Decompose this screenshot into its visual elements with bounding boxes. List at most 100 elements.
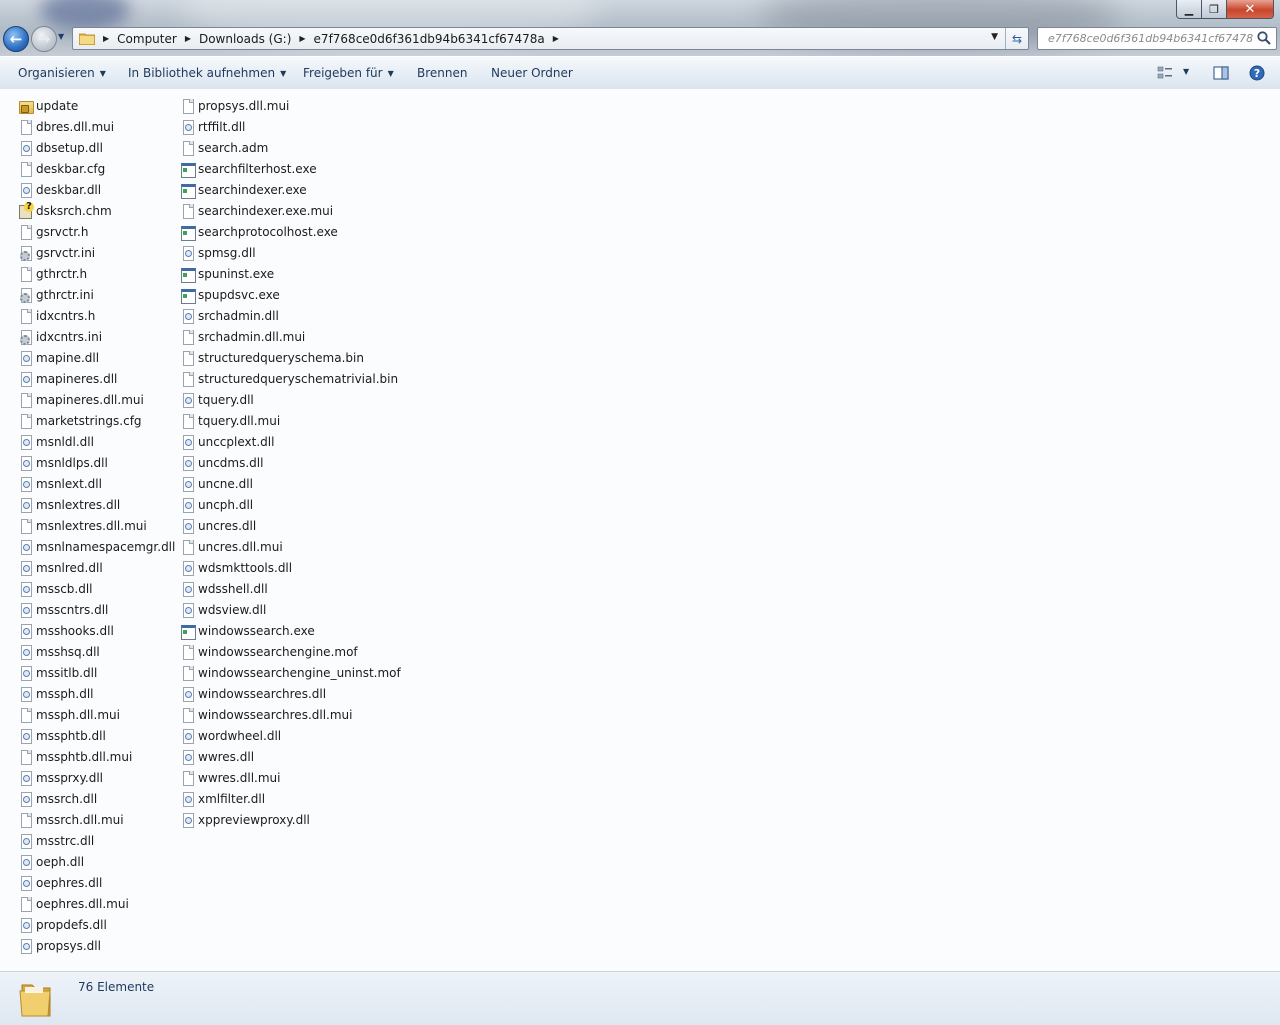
refresh-button[interactable]: ⇆ (1005, 28, 1028, 49)
file-item[interactable]: oephres.dll (18, 872, 175, 893)
help-icon[interactable]: ? (1249, 65, 1265, 81)
file-item[interactable]: mapine.dll (18, 347, 175, 368)
file-item[interactable]: msnlextres.dll.mui (18, 515, 175, 536)
file-item[interactable]: uncdms.dll (180, 452, 401, 473)
file-item[interactable]: mapineres.dll.mui (18, 389, 175, 410)
file-item[interactable]: gsrvctr.ini (18, 242, 175, 263)
file-item[interactable]: dbsetup.dll (18, 137, 175, 158)
recent-pages-dropdown-icon[interactable]: ▼ (58, 32, 64, 41)
file-item[interactable]: spuninst.exe (180, 263, 401, 284)
file-item[interactable]: rtffilt.dll (180, 116, 401, 137)
file-item[interactable]: msshooks.dll (18, 620, 175, 641)
file-item[interactable]: searchprotocolhost.exe (180, 221, 401, 242)
file-item[interactable]: structuredqueryschema.bin (180, 347, 401, 368)
breadcrumb-arrow-icon[interactable]: ▶ (185, 34, 191, 43)
share-with-button[interactable]: Freigeben für ▼ (303, 66, 394, 80)
view-options-chevron-down-icon[interactable]: ▼ (1183, 67, 1189, 76)
include-in-library-button[interactable]: In Bibliothek aufnehmen ▼ (128, 66, 286, 80)
search-box[interactable] (1037, 27, 1277, 50)
file-item[interactable]: xppreviewproxy.dll (180, 809, 401, 830)
forward-button[interactable]: → (31, 26, 57, 52)
preview-pane-icon[interactable] (1213, 65, 1229, 81)
file-item[interactable]: idxcntrs.h (18, 305, 175, 326)
file-item[interactable]: mssph.dll.mui (18, 704, 175, 725)
file-item[interactable]: dbres.dll.mui (18, 116, 175, 137)
file-item[interactable]: srchadmin.dll.mui (180, 326, 401, 347)
file-item[interactable]: msstrc.dll (18, 830, 175, 851)
file-list-view[interactable]: update dbres.dll.mui dbsetup.dll deskbar.cf… (0, 89, 1280, 971)
file-item[interactable]: propsys.dll.mui (180, 95, 401, 116)
restore-button[interactable]: ❐ (1201, 0, 1227, 19)
file-item[interactable]: mssphtb.dll (18, 725, 175, 746)
breadcrumb-folder[interactable]: e7f768ce0d6f361db94b6341cf67478a (314, 32, 545, 46)
file-item[interactable]: msscb.dll (18, 578, 175, 599)
file-item[interactable]: uncne.dll (180, 473, 401, 494)
close-button[interactable]: ✕ (1226, 0, 1274, 19)
file-item[interactable]: windowssearchres.dll (180, 683, 401, 704)
file-item[interactable]: spmsg.dll (180, 242, 401, 263)
file-item[interactable]: propsys.dll (18, 935, 175, 956)
file-item[interactable]: gthrctr.ini (18, 284, 175, 305)
file-item[interactable]: mssprxy.dll (18, 767, 175, 788)
back-button[interactable]: ← (3, 26, 29, 52)
file-item[interactable]: mssphtb.dll.mui (18, 746, 175, 767)
file-item[interactable]: mssitlb.dll (18, 662, 175, 683)
file-item[interactable]: gsrvctr.h (18, 221, 175, 242)
file-item[interactable]: dsksrch.chm (18, 200, 175, 221)
file-item[interactable]: msnlext.dll (18, 473, 175, 494)
file-item[interactable]: mssrch.dll.mui (18, 809, 175, 830)
file-item[interactable]: oephres.dll.mui (18, 893, 175, 914)
file-item[interactable]: structuredqueryschematrivial.bin (180, 368, 401, 389)
search-icon[interactable] (1256, 30, 1272, 46)
breadcrumb-arrow-icon[interactable]: ▶ (103, 34, 109, 43)
file-item[interactable]: windowssearch.exe (180, 620, 401, 641)
file-item[interactable]: srchadmin.dll (180, 305, 401, 326)
file-item[interactable]: mssrch.dll (18, 788, 175, 809)
file-item[interactable]: msscntrs.dll (18, 599, 175, 620)
file-item[interactable]: wdsshell.dll (180, 578, 401, 599)
file-item[interactable]: wordwheel.dll (180, 725, 401, 746)
file-item[interactable]: searchindexer.exe (180, 179, 401, 200)
minimize-button[interactable]: ▁ (1176, 0, 1202, 19)
file-item[interactable]: uncph.dll (180, 494, 401, 515)
breadcrumb-arrow-icon[interactable]: ▶ (553, 34, 559, 43)
file-item[interactable]: uncres.dll (180, 515, 401, 536)
file-item[interactable]: msnldlps.dll (18, 452, 175, 473)
file-item[interactable]: searchfilterhost.exe (180, 158, 401, 179)
file-item[interactable]: deskbar.dll (18, 179, 175, 200)
file-item[interactable]: msnldl.dll (18, 431, 175, 452)
file-item[interactable]: search.adm (180, 137, 401, 158)
address-history-chevron-down-icon[interactable]: ▼ (991, 32, 998, 42)
search-input[interactable] (1046, 31, 1255, 46)
file-item[interactable]: spupdsvc.exe (180, 284, 401, 305)
file-item[interactable]: msnlnamespacemgr.dll (18, 536, 175, 557)
file-item[interactable]: wwres.dll (180, 746, 401, 767)
breadcrumb-arrow-icon[interactable]: ▶ (299, 34, 305, 43)
organize-menu-button[interactable]: Organisieren ▼ (18, 66, 106, 80)
file-item[interactable]: searchindexer.exe.mui (180, 200, 401, 221)
file-item[interactable]: idxcntrs.ini (18, 326, 175, 347)
file-item[interactable]: unccplext.dll (180, 431, 401, 452)
file-item[interactable]: windowssearchengine.mof (180, 641, 401, 662)
file-item[interactable]: deskbar.cfg (18, 158, 175, 179)
file-item[interactable]: windowssearchres.dll.mui (180, 704, 401, 725)
breadcrumb-computer[interactable]: Computer (117, 32, 177, 46)
address-bar[interactable]: ▶ Computer ▶ Downloads (G:) ▶ e7f768ce0d… (72, 27, 1029, 50)
file-item[interactable]: xmlfilter.dll (180, 788, 401, 809)
file-item[interactable]: update (18, 95, 175, 116)
file-item[interactable]: wdsmkttools.dll (180, 557, 401, 578)
new-folder-button[interactable]: Neuer Ordner (491, 66, 573, 80)
change-view-icon[interactable] (1157, 65, 1173, 81)
file-item[interactable]: msnlred.dll (18, 557, 175, 578)
file-item[interactable]: windowssearchengine_uninst.mof (180, 662, 401, 683)
file-item[interactable]: propdefs.dll (18, 914, 175, 935)
file-item[interactable]: wdsview.dll (180, 599, 401, 620)
file-item[interactable]: mapineres.dll (18, 368, 175, 389)
file-item[interactable]: marketstrings.cfg (18, 410, 175, 431)
file-item[interactable]: wwres.dll.mui (180, 767, 401, 788)
file-item[interactable]: oeph.dll (18, 851, 175, 872)
file-item[interactable]: uncres.dll.mui (180, 536, 401, 557)
breadcrumb-drive[interactable]: Downloads (G:) (199, 32, 291, 46)
file-item[interactable]: gthrctr.h (18, 263, 175, 284)
file-item[interactable]: tquery.dll.mui (180, 410, 401, 431)
